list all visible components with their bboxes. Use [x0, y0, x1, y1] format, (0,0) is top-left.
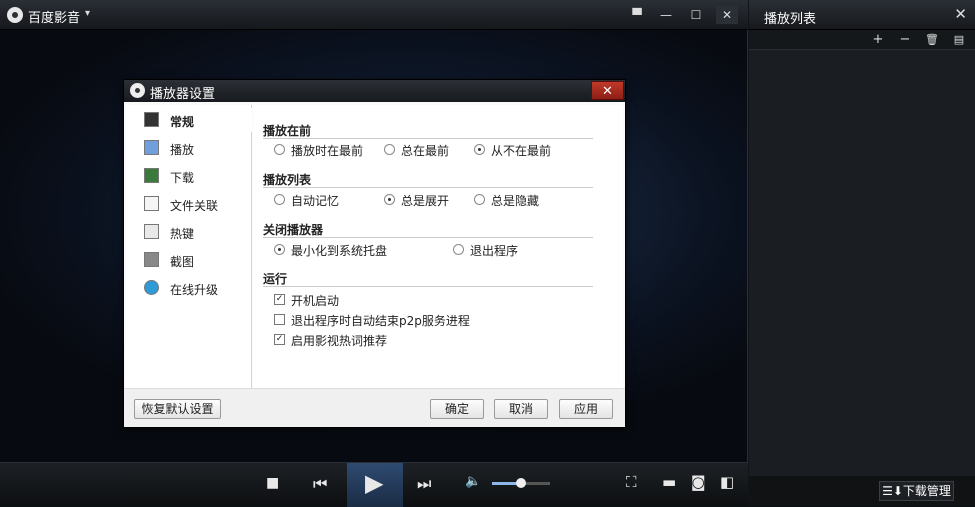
nav-item-screenshot[interactable]: 截图: [126, 248, 252, 272]
radio-always-hide[interactable]: [474, 194, 485, 205]
play-button[interactable]: ▶: [365, 469, 383, 497]
download-icon: [144, 168, 159, 183]
checkbox-end-p2p-on-exit[interactable]: [274, 314, 285, 325]
keyboard-icon: [144, 224, 159, 239]
section-title-run: 运行: [263, 272, 288, 286]
app-logo-icon: [7, 7, 23, 23]
divider: [263, 187, 593, 188]
nav-item-label: 热键: [170, 227, 195, 241]
baidu-player-window: 百度影音 ▾ ▀ — ☐ ✕ ■ ⏮ ▶ ⏭ 🔈 ⛶ ▬ ◙ ◧ 播放列表 ✕ …: [0, 0, 975, 507]
volume-slider[interactable]: [492, 478, 550, 488]
volume-icon[interactable]: 🔈: [465, 474, 481, 489]
radio-always-on-top[interactable]: [384, 144, 395, 155]
radio-never-on-top[interactable]: [474, 144, 485, 155]
nav-item-download[interactable]: 下载: [126, 164, 252, 188]
playlist-title: 播放列表: [764, 12, 817, 27]
playlist-close-icon[interactable]: ✕: [954, 5, 967, 23]
option-label: 最小化到系统托盘: [291, 244, 388, 258]
playlist-header: 播放列表 ✕: [749, 0, 975, 30]
checkbox-hot-words[interactable]: ✓: [274, 334, 285, 345]
option-label: 总是隐藏: [491, 194, 540, 208]
checkbox-start-on-boot[interactable]: ✓: [274, 294, 285, 305]
general-icon: [144, 112, 159, 127]
nav-item-label: 文件关联: [170, 199, 219, 213]
stop-button[interactable]: ■: [266, 475, 279, 491]
dialog-title-bar: 播放器设置 ✕: [124, 80, 625, 102]
file-icon: [144, 196, 159, 211]
nav-item-label: 在线升级: [170, 283, 219, 297]
nav-item-label: 常规: [170, 115, 195, 129]
dialog-title: 播放器设置: [150, 87, 216, 102]
playlist-footer: ☰⬇下载管理: [749, 476, 975, 506]
nav-item-label: 播放: [170, 143, 195, 157]
nav-item-label: 下载: [170, 171, 195, 185]
add-icon[interactable]: +: [868, 31, 888, 49]
dialog-close-button[interactable]: ✕: [591, 81, 624, 100]
option-label: 开机启动: [291, 294, 340, 308]
option-label: 从不在最前: [491, 144, 552, 158]
dialog-footer: 恢复默认设置 确定 取消 应用: [124, 388, 625, 427]
option-label: 播放时在最前: [291, 144, 364, 158]
settings-dialog: 播放器设置 ✕ 常规 播放 下载 文件关联 热键 截图 在线升级 播放在前 播放…: [123, 79, 626, 428]
cancel-button[interactable]: 取消: [494, 399, 548, 419]
radio-play-on-top-while-playing[interactable]: [274, 144, 285, 155]
control-bar: ■ ⏮ ▶ ⏭ 🔈 ⛶ ▬ ◙ ◧: [0, 462, 748, 507]
volume-slider-knob[interactable]: [516, 478, 526, 488]
apply-button[interactable]: 应用: [559, 399, 613, 419]
remove-icon[interactable]: −: [895, 31, 915, 49]
playlist-toggle-icon[interactable]: ◧: [720, 473, 734, 491]
sort-icon[interactable]: ▤: [949, 31, 969, 49]
previous-button[interactable]: ⏮: [313, 474, 327, 494]
section-title-play-on-top: 播放在前: [263, 124, 312, 138]
open-folder-icon[interactable]: ▬: [662, 473, 676, 491]
option-label: 退出程序: [470, 244, 519, 258]
fullscreen-icon[interactable]: ⛶: [626, 473, 637, 491]
playback-icon: [144, 140, 159, 155]
trash-icon[interactable]: 🗑: [922, 31, 942, 49]
option-label: 总在最前: [401, 144, 450, 158]
title-bar: 百度影音 ▾ ▀ — ☐ ✕: [0, 0, 748, 30]
maximize-button[interactable]: ☐: [685, 6, 707, 24]
restore-default-button[interactable]: 恢复默认设置: [134, 399, 221, 419]
option-label: 自动记忆: [291, 194, 340, 208]
radio-minimize-to-tray[interactable]: [274, 244, 285, 255]
option-label: 退出程序时自动结束p2p服务进程: [291, 314, 470, 328]
message-icon[interactable]: ▀: [626, 6, 648, 24]
minimize-button[interactable]: —: [655, 6, 677, 24]
globe-icon: [144, 280, 159, 295]
divider: [263, 138, 593, 139]
radio-auto-remember[interactable]: [274, 194, 285, 205]
playlist-panel: 播放列表 ✕ + − 🗑 ▤ ☰⬇下载管理: [749, 0, 975, 506]
divider: [263, 237, 593, 238]
section-title-close-player: 关闭播放器: [263, 223, 324, 237]
playlist-toolbar: + − 🗑 ▤: [749, 30, 975, 50]
app-menu-arrow-icon[interactable]: ▾: [85, 8, 90, 19]
option-label: 总是展开: [401, 194, 450, 208]
settings-nav: 常规 播放 下载 文件关联 热键 截图 在线升级: [126, 105, 252, 388]
section-title-playlist: 播放列表: [263, 173, 312, 187]
nav-item-file-association[interactable]: 文件关联: [126, 192, 252, 216]
next-button[interactable]: ⏭: [417, 474, 431, 494]
nav-item-label: 截图: [170, 255, 195, 269]
radio-exit-program[interactable]: [453, 244, 464, 255]
dialog-logo-icon: [130, 83, 145, 98]
download-manager-button[interactable]: ☰⬇下载管理: [879, 481, 954, 501]
divider: [263, 286, 593, 287]
nav-item-online-upgrade[interactable]: 在线升级: [126, 276, 252, 300]
option-label: 启用影视热词推荐: [291, 334, 388, 348]
radio-always-expand[interactable]: [384, 194, 395, 205]
close-button[interactable]: ✕: [716, 6, 738, 24]
nav-item-playback[interactable]: 播放: [126, 136, 252, 160]
ok-button[interactable]: 确定: [430, 399, 484, 419]
app-title[interactable]: 百度影音: [28, 7, 80, 26]
settings-content: 播放在前 播放时在最前 总在最前 从不在最前 播放列表 自动记忆 总是展开 总是…: [253, 105, 623, 388]
camera-icon: [144, 252, 159, 267]
nav-item-general[interactable]: 常规: [126, 108, 252, 132]
camera-icon[interactable]: ◙: [691, 473, 706, 491]
nav-item-hotkeys[interactable]: 热键: [126, 220, 252, 244]
